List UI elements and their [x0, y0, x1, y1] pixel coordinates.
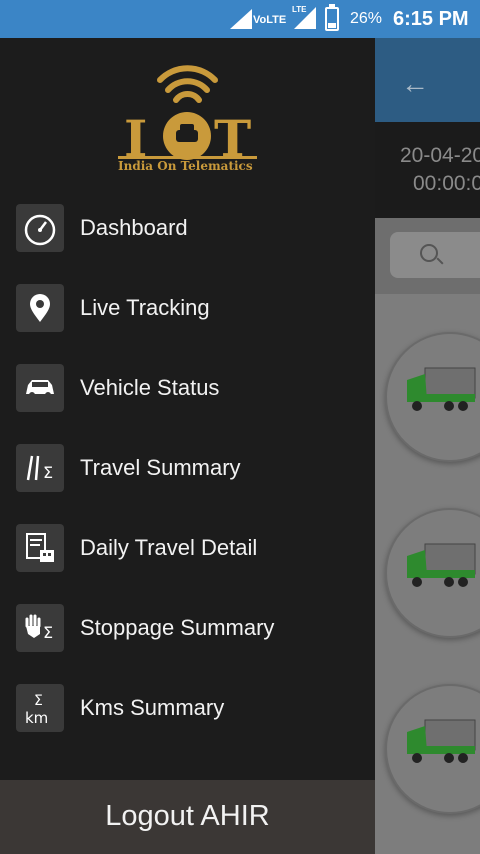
logout-button[interactable]: Logout AHIR	[0, 780, 375, 854]
svg-text:Σ: Σ	[34, 693, 43, 709]
svg-text:km: km	[25, 709, 48, 727]
menu-label: Live Tracking	[80, 295, 210, 320]
battery-icon	[325, 4, 339, 31]
logout-label: Logout AHIR	[105, 800, 270, 832]
date-from: 20-04-20	[400, 144, 480, 167]
truck-icon	[407, 719, 476, 763]
km-sigma-icon: Σkm	[16, 684, 64, 732]
menu-label: Travel Summary	[80, 455, 241, 480]
hand-sigma-icon: Σ	[16, 604, 64, 652]
background-search-bar	[375, 218, 480, 294]
map-pin-icon	[16, 284, 64, 332]
back-arrow-icon: ←	[401, 68, 429, 99]
truck-icon	[407, 367, 476, 411]
lte-label: LTE	[292, 5, 307, 14]
speedometer-icon	[16, 204, 64, 252]
svg-text:Σ: Σ	[43, 623, 53, 642]
menu-item-live-tracking[interactable]: Live Tracking	[0, 268, 375, 348]
vehicle-avatar	[385, 508, 480, 638]
clock: 6:15 PM	[393, 8, 469, 30]
vehicle-list	[375, 294, 480, 854]
background-toolbar: ←	[375, 38, 480, 122]
signal-icon	[230, 9, 252, 29]
menu-item-daily-travel-detail[interactable]: Daily Travel Detail	[0, 508, 375, 588]
battery-percent: 26%	[350, 10, 383, 27]
menu-label: Daily Travel Detail	[80, 535, 258, 560]
search-field	[390, 232, 480, 278]
menu-item-stoppage-summary[interactable]: Σ Stoppage Summary	[0, 588, 375, 668]
background-screen: ← 20-04-20 00:00:0	[375, 38, 480, 854]
car-icon	[16, 364, 64, 412]
svg-text:Σ: Σ	[43, 463, 53, 482]
menu-label: Kms Summary	[80, 695, 225, 720]
menu-item-dashboard[interactable]: Dashboard	[0, 188, 375, 268]
navigation-drawer: I T India On Telematics Dashboard Live T…	[0, 38, 375, 854]
search-icon	[420, 244, 438, 262]
menu-label: Dashboard	[80, 215, 188, 240]
menu-label: Vehicle Status	[80, 375, 220, 400]
background-date-range: 20-04-20 00:00:0	[375, 122, 480, 218]
menu-item-travel-summary[interactable]: Σ Travel Summary	[0, 428, 375, 508]
road-sigma-icon: Σ	[16, 444, 64, 492]
truck-icon	[407, 543, 476, 587]
time-from: 00:00:0	[413, 172, 480, 195]
vehicle-avatar	[385, 332, 480, 462]
status-bar: VoLTE LTE 26% 6:15 PM	[0, 0, 480, 38]
menu-item-vehicle-status[interactable]: Vehicle Status	[0, 348, 375, 428]
menu-label: Stoppage Summary	[80, 615, 275, 640]
logo-caption: India On Telematics	[118, 159, 253, 173]
menu-item-kms-summary[interactable]: Σkm Kms Summary	[0, 668, 375, 748]
document-calendar-icon	[16, 524, 64, 572]
volte-label: VoLTE	[253, 14, 287, 26]
vehicle-avatar	[385, 684, 480, 814]
